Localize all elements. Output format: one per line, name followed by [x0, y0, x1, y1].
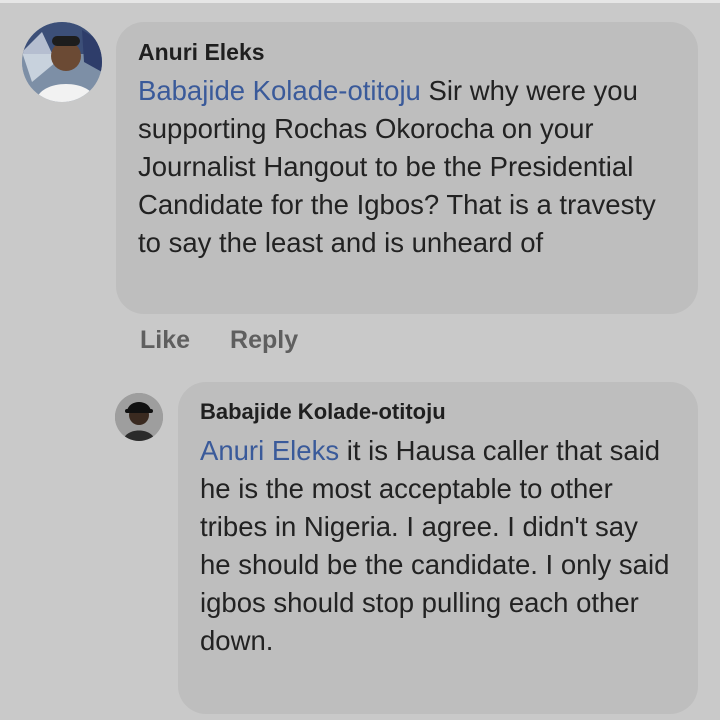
comment-mention-link[interactable]: Babajide Kolade-otitoju [138, 75, 421, 106]
commenter-avatar-icon[interactable] [22, 22, 102, 102]
replier-avatar-icon[interactable] [115, 393, 163, 441]
reply-body: it is Hausa caller that said he is the m… [200, 435, 670, 656]
reply-text: Anuri Eleks it is Hausa caller that said… [200, 432, 676, 660]
comment-actions: Like Reply [140, 326, 298, 355]
reply-button[interactable]: Reply [230, 326, 298, 355]
reply-bubble: Babajide Kolade-otitoju Anuri Eleks it i… [178, 382, 698, 714]
reply-mention-link[interactable]: Anuri Eleks [200, 435, 339, 466]
reply-author[interactable]: Babajide Kolade-otitoju [200, 398, 676, 426]
comment-text: Babajide Kolade-otitoju Sir why were you… [138, 72, 676, 262]
like-button[interactable]: Like [140, 326, 190, 355]
top-divider [0, 0, 720, 3]
comment-bubble: Anuri Eleks Babajide Kolade-otitoju Sir … [116, 22, 698, 314]
comment-author[interactable]: Anuri Eleks [138, 38, 676, 66]
